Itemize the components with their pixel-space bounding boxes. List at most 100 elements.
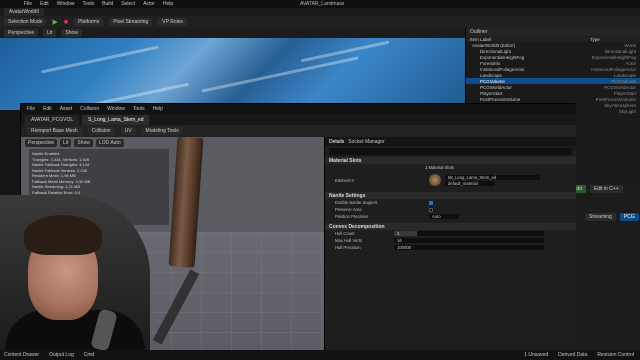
menu-item-file[interactable]: File <box>24 1 32 7</box>
menu-item-select[interactable]: Select <box>121 1 135 7</box>
nanite-enable-row: Enable Nanite Support <box>325 199 576 206</box>
material-slots-heading: Material Slots <box>329 157 362 164</box>
outliner-item-type: PlayerStart <box>613 90 636 96</box>
position-precision-dropdown[interactable]: Auto <box>429 214 459 219</box>
socket-manager-tab[interactable]: Socket Manager <box>348 139 384 145</box>
output-log-button[interactable]: Output Log <box>49 352 74 358</box>
details-tabs: Details Socket Manager <box>325 137 576 146</box>
mesh-menu-item-asset[interactable]: Asset <box>60 106 73 112</box>
menu-item-tools[interactable]: Tools <box>82 1 94 7</box>
stop-icon[interactable]: ■ <box>64 19 68 26</box>
outliner-item-label: PCGWorldActor <box>480 84 512 90</box>
outliner-item-type: Actor <box>625 60 636 66</box>
details-tab[interactable]: Details <box>329 139 344 145</box>
max-hull-verts-slider[interactable]: 16 <box>394 238 544 243</box>
mesh-menu-item-window[interactable]: Window <box>107 106 125 112</box>
hull-precision-label: Hull Precision <box>335 245 361 250</box>
mesh-show-button[interactable]: Show <box>74 139 93 147</box>
outliner-item-type: Landscape <box>613 72 636 78</box>
mesh-menu-item-collision[interactable]: Collision <box>80 106 99 112</box>
pixel-streaming-button[interactable]: Pixel Streaming <box>109 18 153 26</box>
max-hull-verts-label: Max Hull Verts <box>335 238 362 243</box>
tab-pcgvol[interactable]: AVATAR_PCGVOL <box>25 114 80 125</box>
outliner-item-label: DirectionalLight <box>480 48 512 54</box>
details-search-input[interactable] <box>329 148 572 155</box>
material-slots-section[interactable]: Material Slots <box>325 157 576 164</box>
menu-item-actor[interactable]: Actor <box>143 1 155 7</box>
nanite-section[interactable]: Nanite Settings <box>325 192 576 199</box>
outliner-title: Outliner <box>470 29 488 35</box>
revision-control-button[interactable]: Revision Control <box>597 352 634 358</box>
pcg-tab[interactable]: PCG <box>619 213 639 221</box>
element-row: Element 0 MI_Long_Lama_Stem_ed default_m… <box>325 171 576 189</box>
convex-section[interactable]: Convex Decomposition <box>325 223 576 230</box>
outliner-item-type: InstancedFoliageActor <box>591 66 636 72</box>
menu-item-window[interactable]: Window <box>57 1 75 7</box>
element-label: Element 0 <box>335 177 354 183</box>
material-thumbnail[interactable] <box>429 174 441 186</box>
outliner-item-label: PCGVolume <box>480 78 505 84</box>
outliner-item-type: World <box>624 42 636 48</box>
derived-data-button[interactable]: Derived Data <box>558 352 587 358</box>
unsaved-indicator[interactable]: 1 Unsaved <box>524 352 548 358</box>
mesh-editor-tabs: AVATAR_PCGVOL S_Long_Lama_Stem_ed <box>21 114 576 125</box>
mesh-menu-item-edit[interactable]: Edit <box>43 106 52 112</box>
outliner-item-type: PCGWorldActor <box>604 84 636 90</box>
outliner-item-type: ExponentialHeightFog <box>591 54 636 60</box>
reimport-button[interactable]: Reimport Base Mesh <box>27 127 82 135</box>
mesh-lod-button[interactable]: LOD Auto <box>95 139 124 147</box>
platforms-button[interactable]: Platforms <box>74 18 104 26</box>
material-picker[interactable]: MI_Long_Lama_Stem_ed <box>445 174 540 180</box>
viewport-perspective-button[interactable]: Perspective <box>4 29 39 37</box>
tab-static-mesh[interactable]: S_Long_Lama_Stem_ed <box>82 114 150 125</box>
material-slots-count: 1 Material Slots <box>425 165 454 170</box>
outliner-item-type: DirectionalLight <box>604 48 636 54</box>
main-toolbar: Selection Mode ▶ ■ Platforms Pixel Strea… <box>0 16 640 28</box>
content-drawer-button[interactable]: Content Drawer <box>4 352 39 358</box>
vp-roles-button[interactable]: VP Roles <box>158 18 187 26</box>
modeling-tools-button[interactable]: Modeling Tools <box>141 127 183 135</box>
mesh-menu-item-tools[interactable]: Tools <box>133 106 145 112</box>
mesh-menu-item-file[interactable]: File <box>27 106 35 112</box>
mesh-lit-button[interactable]: Lit <box>60 139 72 147</box>
hull-precision-row: Hull Precision 100000 <box>325 244 576 251</box>
play-icon[interactable]: ▶ <box>52 18 57 26</box>
position-precision-row: Position Precision Auto <box>325 213 576 220</box>
menu-item-help[interactable]: Help <box>163 1 173 7</box>
max-hull-verts-value: 16 <box>397 238 402 243</box>
collision-button[interactable]: Collision <box>87 127 115 135</box>
outliner-item-label: ForestInfo <box>480 60 501 66</box>
hull-count-label: Hull Count <box>335 231 355 236</box>
streaming-tab[interactable]: Streaming <box>585 213 616 221</box>
menu-item-build[interactable]: Build <box>102 1 113 7</box>
viewport-show-button[interactable]: Show <box>61 29 82 37</box>
level-viewport[interactable] <box>0 38 465 110</box>
outliner-item-label: PlayerStart <box>480 90 503 96</box>
outliner-item-label: ExponentialHeightFog <box>480 54 525 60</box>
outliner-item-label: InstancedFoliageActor <box>480 66 525 72</box>
slot-name-field[interactable]: default_material <box>445 180 495 186</box>
hull-count-slider[interactable]: 4 <box>394 231 544 236</box>
edit-cpp-button[interactable]: Edit in C++ <box>589 185 623 193</box>
mesh-details-panel: Details Socket Manager Material Slots 1 … <box>324 137 576 351</box>
preserve-area-checkbox[interactable] <box>429 207 433 212</box>
position-precision-label: Position Precision <box>335 214 369 219</box>
mesh-menu-item-help[interactable]: Help <box>153 106 163 112</box>
viewport-lit-button[interactable]: Lit <box>43 29 57 37</box>
hull-precision-value: 100000 <box>397 245 411 250</box>
col-item-label[interactable]: Item Label <box>470 37 590 42</box>
outliner-item-type: PCGVolume <box>611 78 636 84</box>
outliner-item-label: AvatarWorld0 (Editor) <box>472 42 516 48</box>
outliner-item-type: SkyLight <box>618 108 636 114</box>
selection-mode-button[interactable]: Selection Mode <box>4 18 47 26</box>
nanite-heading: Nanite Settings <box>329 192 366 199</box>
max-hull-verts-row: Max Hull Verts 16 <box>325 237 576 244</box>
cmd-input[interactable]: Cmd <box>84 352 95 358</box>
nanite-enable-checkbox[interactable] <box>429 200 433 205</box>
level-tab[interactable]: AvatarWorld0 <box>4 8 45 16</box>
col-type[interactable]: Type <box>590 37 600 42</box>
uv-button[interactable]: UV <box>120 127 136 135</box>
menu-item-edit[interactable]: Edit <box>40 1 49 7</box>
mesh-perspective-button[interactable]: Perspective <box>25 139 58 147</box>
hull-precision-slider[interactable]: 100000 <box>394 245 544 250</box>
